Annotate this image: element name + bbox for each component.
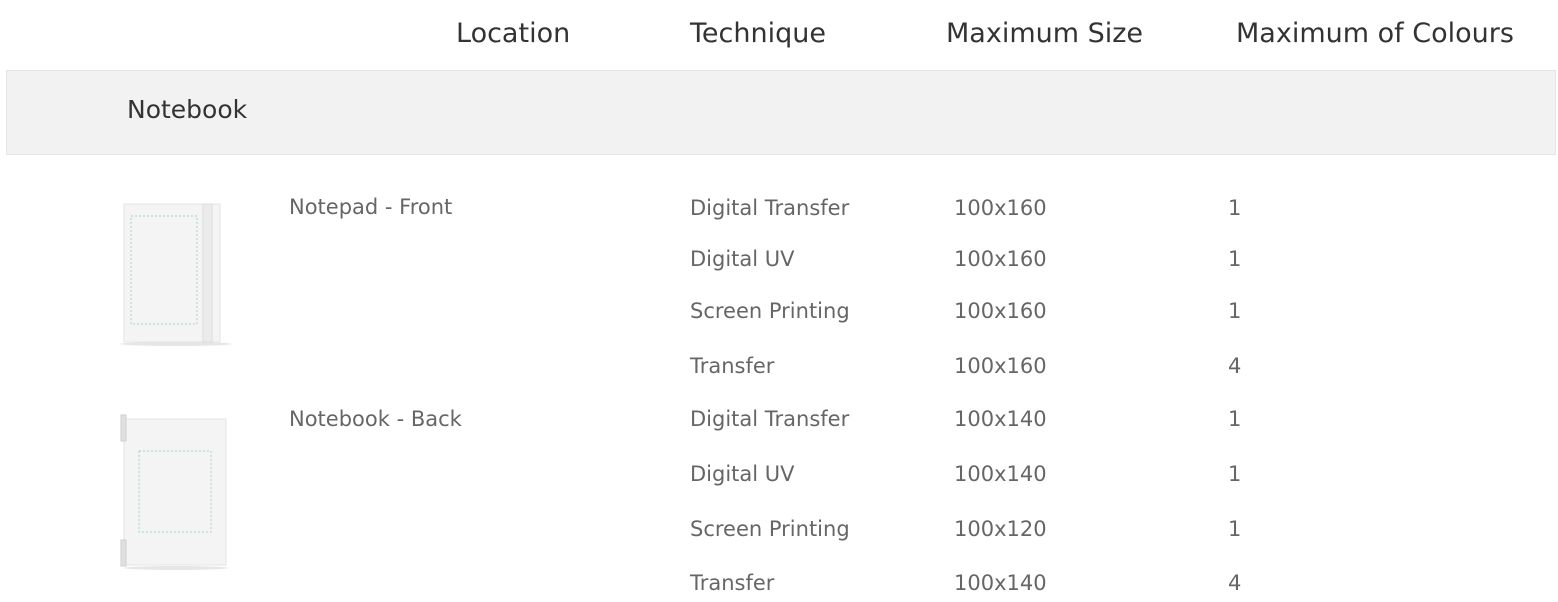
size-cell: 100x140	[954, 571, 1047, 595]
colours-cell: 4	[1228, 354, 1242, 378]
header-max-colours: Maximum of Colours	[1236, 18, 1514, 49]
size-cell: 100x120	[954, 517, 1047, 541]
technique-cell: Digital UV	[690, 247, 795, 271]
technique-cell: Transfer	[690, 354, 775, 378]
header-technique: Technique	[690, 18, 826, 49]
notebook-back-thumbnail-icon[interactable]	[118, 412, 238, 572]
group-title: Notebook	[127, 95, 248, 124]
size-cell: 100x160	[954, 247, 1047, 271]
colours-cell: 1	[1228, 407, 1242, 431]
size-cell: 100x160	[954, 299, 1047, 323]
technique-cell: Digital UV	[690, 462, 795, 486]
technique-cell: Screen Printing	[690, 517, 850, 541]
header-max-size: Maximum Size	[946, 18, 1144, 49]
technique-cell: Screen Printing	[690, 299, 850, 323]
size-cell: 100x160	[954, 354, 1047, 378]
colours-cell: 1	[1228, 196, 1242, 220]
technique-cell: Digital Transfer	[690, 196, 850, 220]
colours-cell: 1	[1228, 462, 1242, 486]
size-cell: 100x140	[954, 462, 1047, 486]
colours-cell: 1	[1228, 517, 1242, 541]
header-location: Location	[456, 18, 571, 49]
technique-cell: Digital Transfer	[690, 407, 850, 431]
colours-cell: 4	[1228, 571, 1242, 595]
size-cell: 100x140	[954, 407, 1047, 431]
location-label: Notebook - Back	[289, 407, 462, 431]
colours-cell: 1	[1228, 299, 1242, 323]
size-cell: 100x160	[954, 196, 1047, 220]
notebook-front-thumbnail-icon[interactable]	[114, 198, 242, 348]
location-label: Notepad - Front	[289, 195, 453, 219]
group-header-notebook: Notebook	[6, 70, 1556, 155]
colours-cell: 1	[1228, 247, 1242, 271]
technique-cell: Transfer	[690, 571, 775, 595]
